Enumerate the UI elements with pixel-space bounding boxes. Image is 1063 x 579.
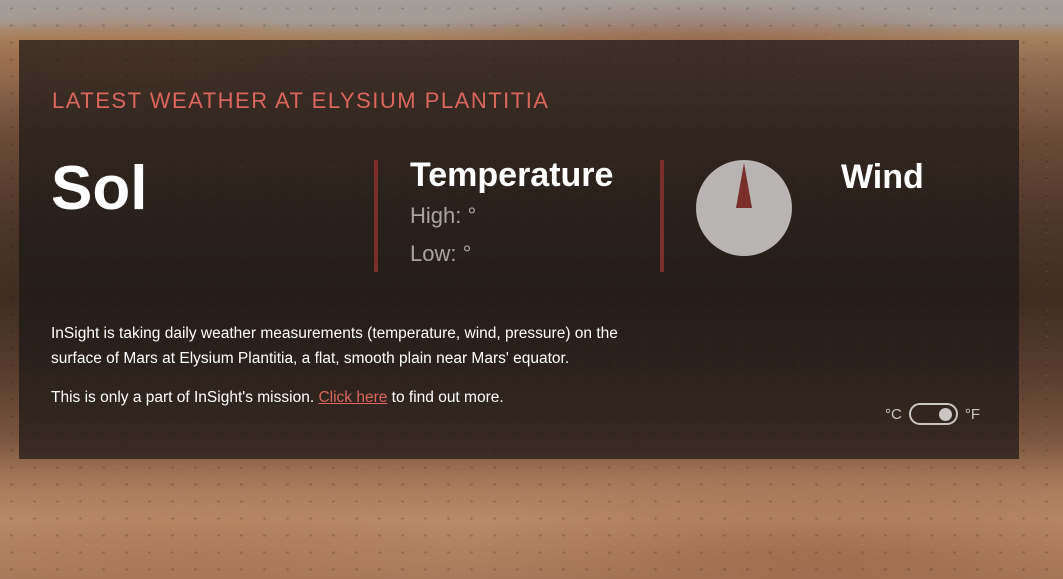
wind-title: Wind [841,158,924,196]
weather-panel: LATEST WEATHER AT ELYSIUM PLANTITIA Sol … [19,40,1019,459]
unit-toggle-switch[interactable] [908,403,958,425]
temperature-low: Low: ° [410,241,472,266]
fahrenheit-label[interactable]: °F [965,406,980,423]
compass-icon [696,160,792,256]
toggle-knob [938,408,952,421]
find-out-more-link[interactable]: Click here [318,389,387,406]
mission-note-prefix: This is only a part of InSight's mission… [51,389,319,406]
page-heading: LATEST WEATHER AT ELYSIUM PLANTITIA [52,88,550,113]
sol-label: Sol [51,154,148,223]
temperature-high: High: ° [410,203,477,228]
wind-direction-arrow-icon [736,163,752,208]
mission-description: InSight is taking daily weather measurem… [51,325,618,367]
mission-note-suffix: to find out more. [387,389,504,406]
temperature-title: Temperature [410,156,614,194]
section-divider [374,160,378,272]
celsius-label[interactable]: °C [885,406,902,423]
mission-note: This is only a part of InSight's mission… [51,387,504,409]
section-divider [660,160,664,272]
unit-toggle-group: °C °F [885,401,980,427]
